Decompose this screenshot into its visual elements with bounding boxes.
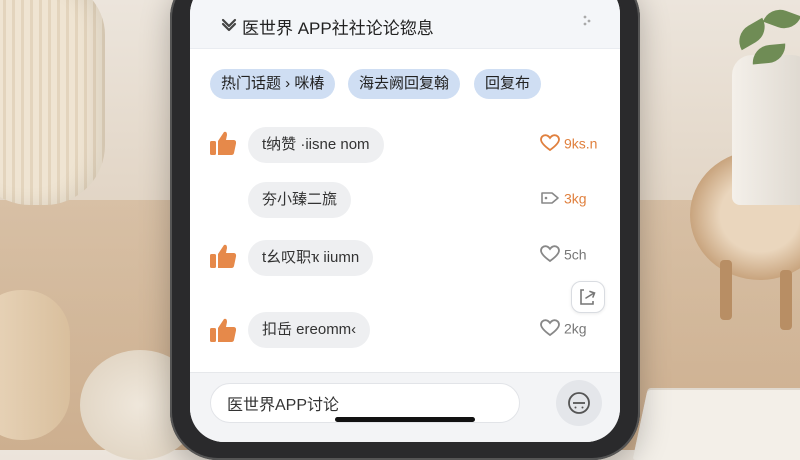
chevron-down-icon[interactable]: [220, 15, 238, 33]
lamp-shade-background: [0, 0, 105, 205]
heart-icon: [540, 245, 560, 263]
tag-count[interactable]: 3kg: [540, 189, 587, 207]
plant-pot: [732, 55, 800, 205]
like-count[interactable]: 2kg: [540, 319, 587, 337]
composer-bar: [190, 372, 620, 442]
lamp-base-background: [0, 290, 70, 440]
list-item: 扣岳 ereomm‹ 2kg: [190, 312, 620, 352]
stat-value: 2kg: [564, 320, 587, 337]
plant-leaf: [762, 4, 800, 34]
phone-screen: 医世界 APP社社论论锪息 热门话题 › 咪椿 海去阙回复翰 回复布 t纳赞 ·…: [190, 0, 620, 442]
home-indicator[interactable]: [335, 417, 475, 422]
comment-bubble[interactable]: t幺叹职ҡ iiumn: [248, 240, 374, 276]
share-button[interactable]: [571, 281, 605, 313]
thumbs-up-icon[interactable]: [208, 315, 238, 345]
tab-replies[interactable]: 海去阙回复翰: [348, 69, 461, 99]
comment-bubble[interactable]: 夯小臻二旒: [248, 182, 352, 218]
emoji-icon: [568, 392, 590, 414]
comment-bubble[interactable]: t纳赞 ·iisne nom: [248, 127, 384, 163]
tab-reply-cloth[interactable]: 回复布: [474, 69, 542, 99]
list-item: 夯小臻二旒 3kg: [190, 180, 620, 220]
plant-stand-leg: [780, 270, 792, 330]
stat-value: 3kg: [564, 190, 587, 207]
stat-value: 9ks.n: [564, 135, 598, 152]
like-count[interactable]: 9ks.n: [540, 134, 597, 152]
page-title: 医世界 APP社社论论锪息: [242, 19, 434, 38]
thumbs-up-icon[interactable]: [208, 241, 238, 271]
heart-icon: [540, 319, 560, 337]
comment-bubble[interactable]: 扣岳 ereomm‹: [248, 312, 371, 348]
tag-icon: [541, 192, 559, 205]
thumbs-up-icon[interactable]: [208, 128, 238, 158]
plant-stand-leg: [720, 260, 732, 320]
tab-hot-topics[interactable]: 热门话题 › 咪椿: [210, 69, 336, 99]
list-item: t幺叹职ҡ iiumn 5ch: [190, 238, 620, 278]
like-count[interactable]: 5ch: [540, 245, 587, 263]
list-item: t纳赞 ·iisne nom 9ks.n: [190, 125, 620, 165]
heart-icon: [540, 134, 560, 152]
emoji-button[interactable]: [556, 380, 602, 426]
more-icon[interactable]: [582, 14, 592, 31]
stat-value: 5ch: [564, 246, 587, 263]
app-header: 医世界 APP社社论论锪息: [190, 0, 620, 49]
share-icon: [580, 289, 596, 305]
